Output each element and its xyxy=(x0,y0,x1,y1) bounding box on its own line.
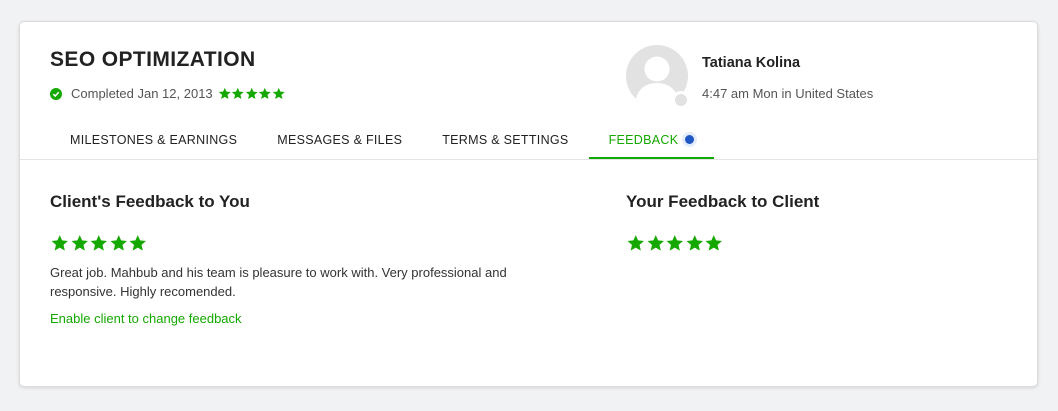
star-icon xyxy=(258,87,272,100)
star-icon xyxy=(272,87,286,100)
notification-dot-icon xyxy=(685,135,695,144)
tab-label: TERMS & SETTINGS xyxy=(442,132,569,147)
star-icon xyxy=(128,234,148,252)
your-feedback-heading: Your Feedback to Client xyxy=(626,192,820,211)
star-icon xyxy=(685,234,705,252)
client-local-time: 4:47 am Mon in United States xyxy=(702,86,874,101)
client-feedback-stars xyxy=(50,234,148,252)
presence-dot xyxy=(672,91,690,109)
star-icon xyxy=(70,234,90,252)
enable-change-feedback-link[interactable]: Enable client to change feedback xyxy=(50,311,242,326)
tab-label: MESSAGES & FILES xyxy=(277,132,403,147)
star-icon xyxy=(109,234,129,252)
status-text: Completed Jan 12, 2013 xyxy=(71,86,213,101)
star-icon xyxy=(646,234,666,252)
tab-label: MILESTONES & EARNINGS xyxy=(70,132,238,147)
your-feedback-stars xyxy=(626,234,724,252)
check-circle-icon xyxy=(50,87,62,100)
star-icon xyxy=(704,234,724,252)
client-name: Tatiana Kolina xyxy=(702,55,801,71)
contract-title: SEO OPTIMIZATION xyxy=(50,48,256,71)
client-feedback-heading: Client's Feedback to You xyxy=(50,192,250,211)
tab-divider xyxy=(20,159,1037,160)
contract-card: SEO OPTIMIZATION Completed Jan 12, 2013 … xyxy=(19,21,1038,387)
client-feedback-comment: Great job. Mahbub and his team is pleasu… xyxy=(50,265,507,299)
star-icon xyxy=(50,234,70,252)
star-icon xyxy=(626,234,646,252)
star-icon xyxy=(665,234,685,252)
star-icon xyxy=(231,87,245,100)
tab-feedback[interactable]: FEEDBACK xyxy=(588,122,715,160)
tab-label: FEEDBACK xyxy=(608,132,679,147)
tab-messages-files[interactable]: MESSAGES & FILES xyxy=(257,122,422,160)
tab-bar: MILESTONES & EARNINGS MESSAGES & FILES T… xyxy=(50,122,715,160)
contract-rating-stars xyxy=(218,87,286,100)
star-icon xyxy=(89,234,109,252)
star-icon xyxy=(218,87,232,100)
star-icon xyxy=(245,87,259,100)
tab-terms-settings[interactable]: TERMS & SETTINGS xyxy=(422,122,588,160)
tab-milestones-earnings[interactable]: MILESTONES & EARNINGS xyxy=(50,122,257,160)
contract-status: Completed Jan 12, 2013 xyxy=(50,86,285,101)
